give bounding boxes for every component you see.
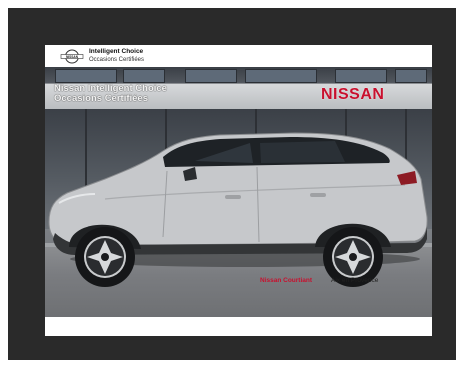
brand-title: Intelligent Choice — [89, 48, 144, 55]
card-header: NISSAN Intelligent Choice Occasions Cert… — [45, 45, 432, 67]
vehicle-photo-card: NISSAN Intelligent Choice Occasions Cert… — [45, 45, 432, 336]
brand-subtitle: Occasions Certifiées — [89, 57, 145, 63]
brand-text: Intelligent Choice Occasions Certifiées — [89, 48, 144, 64]
dealer-name: Nissan Courtiant — [260, 277, 313, 284]
card-footer — [45, 317, 432, 336]
dealer-city: Aix en Provence — [331, 277, 379, 284]
front-wheel — [75, 227, 135, 287]
logo-text: NISSAN — [66, 54, 79, 58]
nissan-logo-icon: NISSAN — [60, 49, 84, 64]
